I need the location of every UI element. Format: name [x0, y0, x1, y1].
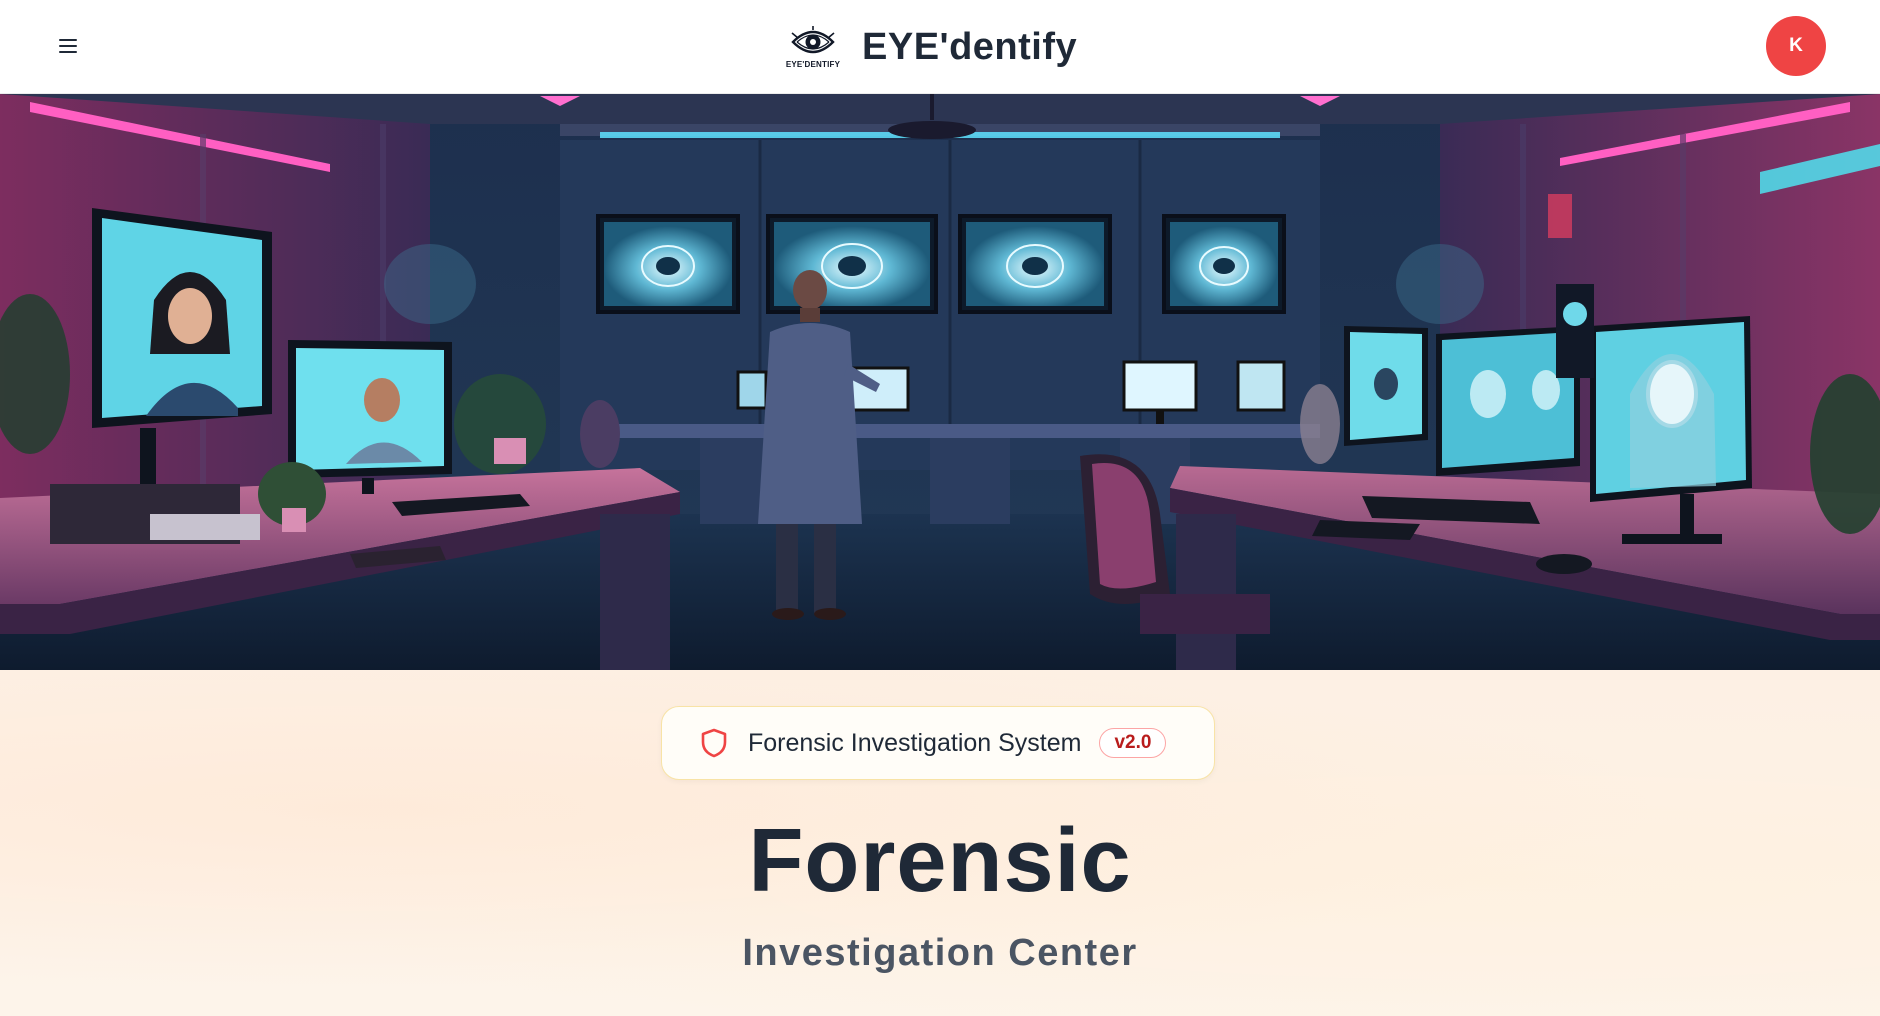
menu-icon-bar — [59, 51, 77, 53]
brand-name: EYE'dentify — [862, 25, 1078, 68]
user-avatar[interactable]: K — [1766, 16, 1826, 76]
system-badge: Forensic Investigation System v2.0 — [661, 706, 1215, 780]
hero-content: Forensic Investigation System v2.0 Foren… — [0, 670, 1880, 1016]
menu-icon-bar — [59, 45, 77, 47]
page-subtitle: Investigation Center — [742, 932, 1138, 974]
shield-icon — [701, 728, 727, 758]
forensic-lab-illustration — [0, 94, 1880, 670]
page-title: Forensic — [748, 811, 1132, 911]
brand[interactable]: EYE'DENTIFY EYE'dentify — [784, 16, 1077, 78]
top-header: EYE'DENTIFY EYE'dentify K — [0, 0, 1880, 94]
hero-image — [0, 94, 1880, 670]
eye-logo-icon: EYE'DENTIFY — [784, 22, 842, 72]
version-tag: v2.0 — [1099, 728, 1167, 758]
hamburger-menu-button[interactable] — [50, 28, 86, 64]
badge-label: Forensic Investigation System — [748, 728, 1082, 757]
logo-text: EYE'DENTIFY — [785, 60, 841, 69]
eye-icon — [791, 26, 835, 54]
menu-icon-bar — [59, 39, 77, 41]
